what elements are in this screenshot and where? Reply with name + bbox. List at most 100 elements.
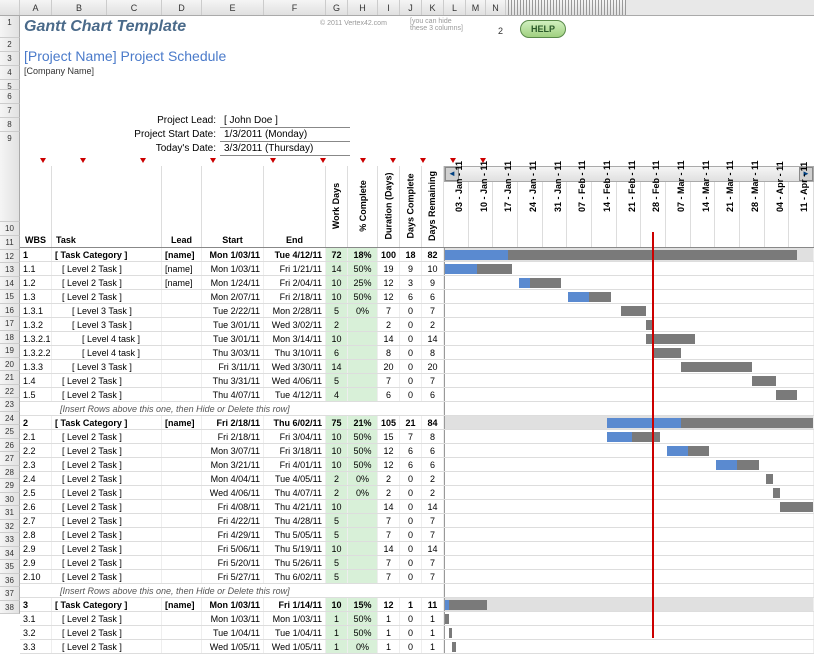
row-header-9[interactable]: 9 [0, 132, 20, 222]
gantt-bar-remaining [773, 488, 780, 498]
task-row[interactable]: 1.3.2.2[ Level 4 task ]Thu 3/03/11Thu 3/… [20, 346, 814, 360]
col-header-L[interactable]: L [444, 0, 466, 15]
row-header-21[interactable]: 21 [0, 371, 20, 385]
project-form: Project Lead: [ John Doe ] Project Start… [20, 114, 500, 156]
row-header-5[interactable]: 5 [0, 80, 20, 90]
row-header-18[interactable]: 18 [0, 331, 20, 345]
row-header-14[interactable]: 14 [0, 277, 20, 291]
row-number-headers: 1234567891011121314151617181920212223242… [0, 16, 20, 614]
row-header-34[interactable]: 34 [0, 547, 20, 561]
task-row[interactable]: 2.1[ Level 2 Task ]Fri 2/18/11Fri 3/04/1… [20, 430, 814, 444]
task-row[interactable]: 2.6[ Level 2 Task ]Fri 4/08/11Thu 4/21/1… [20, 500, 814, 514]
col-header-N[interactable]: N [486, 0, 506, 15]
task-row[interactable]: 3.1[ Level 2 Task ]Mon 1/03/11Mon 1/03/1… [20, 612, 814, 626]
col-header-G[interactable]: G [326, 0, 348, 15]
col-header-J[interactable]: J [400, 0, 422, 15]
task-row[interactable]: 2.4[ Level 2 Task ]Mon 4/04/11Tue 4/05/1… [20, 472, 814, 486]
row-header-8[interactable]: 8 [0, 118, 20, 132]
task-row[interactable]: 1.3[ Level 2 Task ]Mon 2/07/11Fri 2/18/1… [20, 290, 814, 304]
gantt-bar-complete [445, 250, 508, 260]
date-col: 07 - Mar - 11 [666, 182, 691, 247]
row-header-4[interactable]: 4 [0, 66, 20, 80]
task-row[interactable]: 2.2[ Level 2 Task ]Mon 3/07/11Fri 3/18/1… [20, 444, 814, 458]
row-header-3[interactable]: 3 [0, 52, 20, 66]
row-header-16[interactable]: 16 [0, 304, 20, 318]
gantt-bar-remaining [776, 390, 797, 400]
col-header-B[interactable]: B [52, 0, 107, 15]
task-row[interactable]: 2.8[ Level 2 Task ]Fri 4/29/11Thu 5/05/1… [20, 528, 814, 542]
today-date-value[interactable]: 3/3/2011 (Thursday) [220, 142, 350, 156]
task-row[interactable]: 2.5[ Level 2 Task ]Wed 4/06/11Thu 4/07/1… [20, 486, 814, 500]
gantt-bar-remaining [589, 292, 610, 302]
row-header-22[interactable]: 22 [0, 385, 20, 399]
gantt-bar-remaining [449, 628, 453, 638]
row-header-20[interactable]: 20 [0, 358, 20, 372]
col-header-H[interactable]: H [348, 0, 378, 15]
gantt-cell [444, 304, 814, 317]
task-row[interactable]: 3[ Task Category ][name]Mon 1/03/11Fri 1… [20, 598, 814, 612]
gantt-bar-remaining [752, 376, 777, 386]
row-header-32[interactable]: 32 [0, 520, 20, 534]
task-row[interactable]: 2[ Task Category ][name]Fri 2/18/11Thu 6… [20, 416, 814, 430]
row-header-12[interactable]: 12 [0, 250, 20, 264]
task-row[interactable]: 1.2[ Level 2 Task ][name]Mon 1/24/11Fri … [20, 276, 814, 290]
col-header-F[interactable]: F [264, 0, 326, 15]
row-header-33[interactable]: 33 [0, 533, 20, 547]
row-header-1[interactable]: 1 [0, 16, 20, 38]
task-row[interactable]: 2.10[ Level 2 Task ]Fri 5/27/11Thu 6/02/… [20, 570, 814, 584]
row-header-7[interactable]: 7 [0, 104, 20, 118]
row-header-38[interactable]: 38 [0, 601, 20, 615]
row-header-26[interactable]: 26 [0, 439, 20, 453]
project-lead-value[interactable]: [ John Doe ] [220, 114, 350, 128]
col-header-I[interactable]: I [378, 0, 400, 15]
gantt-bar-complete [716, 460, 737, 470]
row-header-31[interactable]: 31 [0, 506, 20, 520]
row-header-13[interactable]: 13 [0, 263, 20, 277]
hide-columns-note: [you can hide these 3 columns] [410, 18, 470, 32]
task-row[interactable]: 1.1[ Level 2 Task ][name]Mon 1/03/11Fri … [20, 262, 814, 276]
task-row[interactable]: 2.9[ Level 2 Task ]Fri 5/06/11Thu 5/19/1… [20, 542, 814, 556]
row-header-24[interactable]: 24 [0, 412, 20, 426]
date-col: 24 - Jan - 11 [518, 182, 543, 247]
task-row[interactable]: 3.3[ Level 2 Task ]Wed 1/05/11Wed 1/05/1… [20, 640, 814, 654]
row-header-23[interactable]: 23 [0, 398, 20, 412]
gantt-bar-complete [607, 432, 632, 442]
row-header-17[interactable]: 17 [0, 317, 20, 331]
task-row[interactable]: 1.3.2[ Level 3 Task ]Tue 3/01/11Wed 3/02… [20, 318, 814, 332]
task-row[interactable]: 1.3.3[ Level 3 Task ]Fri 3/11/11Wed 3/30… [20, 360, 814, 374]
row-header-15[interactable]: 15 [0, 290, 20, 304]
task-row[interactable]: 1[ Task Category ][name]Mon 1/03/11Tue 4… [20, 248, 814, 262]
task-row[interactable]: 3.2[ Level 2 Task ]Tue 1/04/11Tue 1/04/1… [20, 626, 814, 640]
task-row[interactable]: 1.5[ Level 2 Task ]Thu 4/07/11Tue 4/12/1… [20, 388, 814, 402]
gantt-bar-complete [519, 278, 530, 288]
row-header-2[interactable]: 2 [0, 38, 20, 52]
row-header-25[interactable]: 25 [0, 425, 20, 439]
task-row[interactable]: 2.7[ Level 2 Task ]Fri 4/22/11Thu 4/28/1… [20, 514, 814, 528]
task-row[interactable]: 2.9[ Level 2 Task ]Fri 5/20/11Thu 5/26/1… [20, 556, 814, 570]
task-row[interactable]: 1.3.1[ Level 3 Task ]Tue 2/22/11Mon 2/28… [20, 304, 814, 318]
gantt-cell [444, 248, 814, 261]
row-header-28[interactable]: 28 [0, 466, 20, 480]
row-header-29[interactable]: 29 [0, 479, 20, 493]
row-header-19[interactable]: 19 [0, 344, 20, 358]
data-column-headers: WBS Task Lead Start End Work Days % Comp… [20, 166, 814, 248]
row-header-27[interactable]: 27 [0, 452, 20, 466]
row-header-10[interactable]: 10 [0, 222, 20, 236]
project-start-value[interactable]: 1/3/2011 (Monday) [220, 128, 350, 142]
col-header-M[interactable]: M [466, 0, 486, 15]
row-header-36[interactable]: 36 [0, 574, 20, 588]
task-row[interactable]: 1.4[ Level 2 Task ]Thu 3/31/11Wed 4/06/1… [20, 374, 814, 388]
row-header-37[interactable]: 37 [0, 587, 20, 601]
task-row[interactable]: 1.3.2.1[ Level 4 task ]Tue 3/01/11Mon 3/… [20, 332, 814, 346]
col-header-A[interactable]: A [20, 0, 52, 15]
col-header-D[interactable]: D [162, 0, 202, 15]
col-header-C[interactable]: C [107, 0, 162, 15]
row-header-6[interactable]: 6 [0, 90, 20, 104]
row-header-35[interactable]: 35 [0, 560, 20, 574]
row-header-30[interactable]: 30 [0, 493, 20, 507]
task-row[interactable]: 2.3[ Level 2 Task ]Mon 3/21/11Fri 4/01/1… [20, 458, 814, 472]
col-header-K[interactable]: K [422, 0, 444, 15]
col-header-E[interactable]: E [202, 0, 264, 15]
row-header-11[interactable]: 11 [0, 236, 20, 250]
help-button[interactable]: HELP [520, 20, 566, 38]
